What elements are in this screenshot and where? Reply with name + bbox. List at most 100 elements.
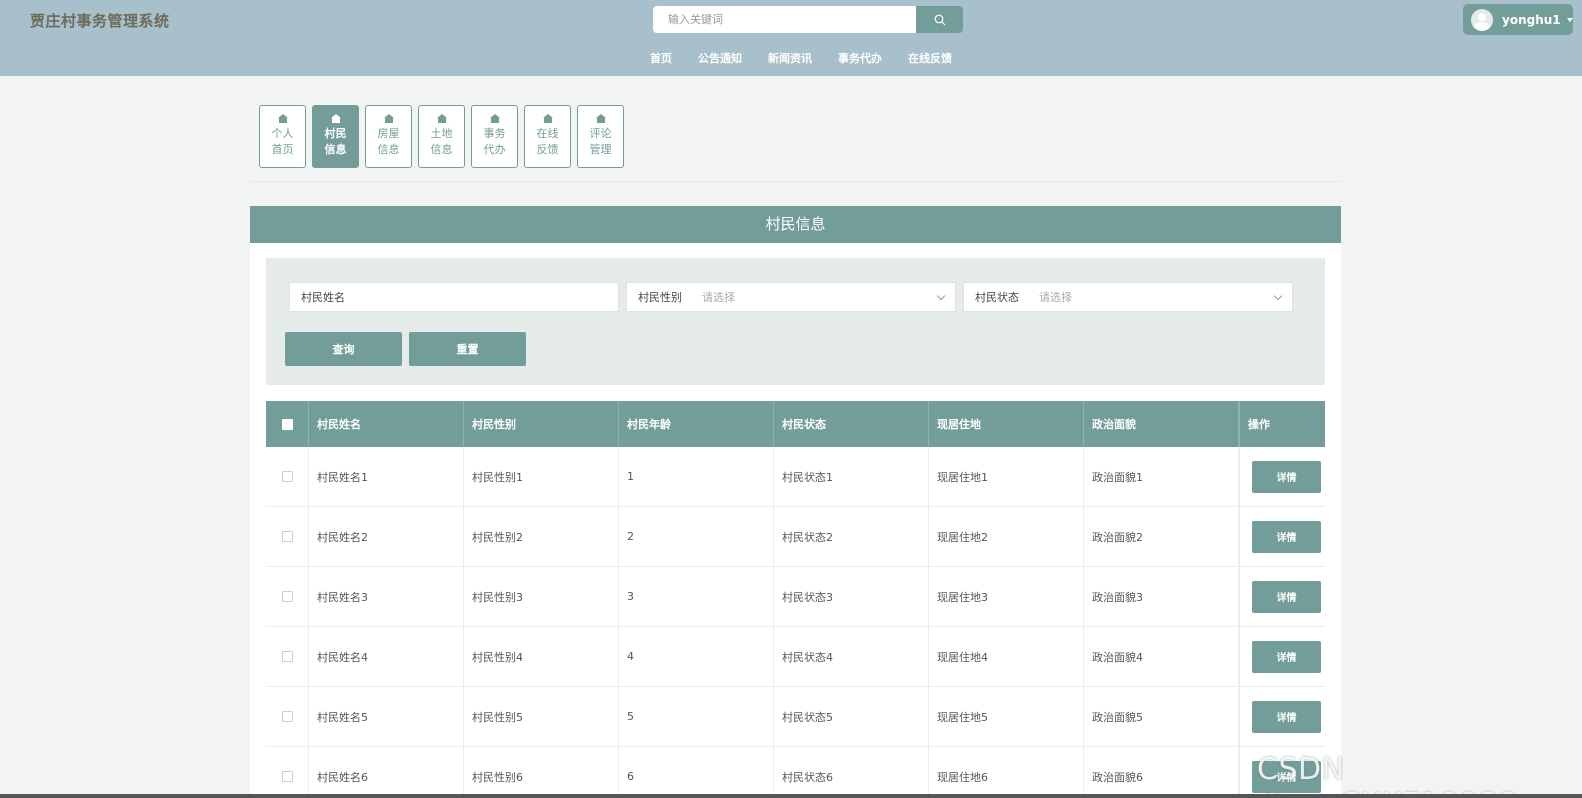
select-cell xyxy=(266,687,309,746)
user-menu[interactable]: yonghu1 xyxy=(1463,4,1573,35)
chevron-down-icon xyxy=(936,291,946,300)
reset-button[interactable]: 重置 xyxy=(409,332,526,366)
tab-label: 个人首页 xyxy=(271,127,294,156)
action-cell: 详情 xyxy=(1239,687,1325,746)
gender-label: 村民性别 xyxy=(638,291,682,304)
table-cell: 村民性别4 xyxy=(464,627,619,686)
table-cell: 4 xyxy=(619,627,774,686)
nav-notices[interactable]: 公告通知 xyxy=(698,50,742,66)
home-icon xyxy=(489,114,500,124)
home-icon xyxy=(436,114,447,124)
table-cell: 政治面貌4 xyxy=(1084,627,1239,686)
table-cell: 1 xyxy=(619,447,774,506)
column-header: 政治面貌 xyxy=(1084,401,1239,447)
table-cell: 政治面貌6 xyxy=(1084,747,1239,798)
table-row: 村民姓名6 村民性别6 6 村民状态6 现居住地6 政治面貌6 详情 xyxy=(266,747,1325,798)
table-cell: 村民姓名6 xyxy=(309,747,464,798)
table-cell: 现居住地6 xyxy=(929,747,1084,798)
table-cell: 村民状态2 xyxy=(774,507,929,566)
home-icon xyxy=(277,114,288,124)
column-header: 村民年龄 xyxy=(619,401,774,447)
action-cell: 详情 xyxy=(1239,627,1325,686)
search-input[interactable] xyxy=(653,6,916,33)
tab-label: 在线反馈 xyxy=(536,127,559,156)
row-checkbox[interactable] xyxy=(281,651,293,662)
table-cell: 现居住地3 xyxy=(929,567,1084,626)
column-header: 操作 xyxy=(1239,401,1325,447)
detail-button[interactable]: 详情 xyxy=(1252,700,1321,733)
nav-affairs[interactable]: 事务代办 xyxy=(838,50,882,66)
table-cell: 村民性别2 xyxy=(464,507,619,566)
tab-land-info[interactable]: 土地信息 xyxy=(418,105,465,168)
tab-feedback[interactable]: 在线反馈 xyxy=(524,105,571,168)
select-cell xyxy=(266,567,309,626)
row-checkbox[interactable] xyxy=(281,471,293,482)
tab-affairs[interactable]: 事务代办 xyxy=(471,105,518,168)
status-select[interactable]: 村民状态 请选择 xyxy=(963,282,1293,312)
villager-panel: 村民信息 村民性别 请选择 村民状态 请选择 查询 重置 村民姓名 村民性别 村… xyxy=(250,206,1341,798)
table-cell: 5 xyxy=(619,687,774,746)
tab-label: 村民信息 xyxy=(324,127,347,156)
column-header: 现居住地 xyxy=(929,401,1084,447)
table-row: 村民姓名1 村民性别1 1 村民状态1 现居住地1 政治面貌1 详情 xyxy=(266,447,1325,507)
chevron-down-icon xyxy=(1273,291,1283,300)
table-cell: 现居住地2 xyxy=(929,507,1084,566)
column-header: 村民性别 xyxy=(464,401,619,447)
avatar xyxy=(1471,8,1493,31)
table-cell: 现居住地1 xyxy=(929,447,1084,506)
filter-area: 村民性别 请选择 村民状态 请选择 查询 重置 xyxy=(266,258,1325,385)
table-cell: 政治面貌1 xyxy=(1084,447,1239,506)
tab-villager-info[interactable]: 村民信息 xyxy=(312,105,359,168)
search-bar xyxy=(653,6,963,33)
search-icon xyxy=(934,14,945,25)
row-checkbox[interactable] xyxy=(281,531,293,542)
tab-house-info[interactable]: 房屋信息 xyxy=(365,105,412,168)
action-cell: 详情 xyxy=(1239,567,1325,626)
status-placeholder: 请选择 xyxy=(1039,291,1072,304)
table-header: 村民姓名 村民性别 村民年龄 村民状态 现居住地 政治面貌 操作 xyxy=(266,401,1325,447)
select-all-checkbox[interactable] xyxy=(281,418,293,430)
tab-comment-manage[interactable]: 评论管理 xyxy=(577,105,624,168)
nav-news[interactable]: 新闻资讯 xyxy=(768,50,812,66)
home-icon xyxy=(383,114,394,124)
home-icon xyxy=(330,114,341,124)
row-checkbox[interactable] xyxy=(281,591,293,602)
table-cell: 政治面貌5 xyxy=(1084,687,1239,746)
table-cell: 村民状态6 xyxy=(774,747,929,798)
name-input[interactable] xyxy=(289,282,619,312)
table-cell: 村民性别1 xyxy=(464,447,619,506)
tab-label: 房屋信息 xyxy=(377,127,400,156)
select-cell xyxy=(266,507,309,566)
column-header: 村民姓名 xyxy=(309,401,464,447)
table-cell: 村民姓名1 xyxy=(309,447,464,506)
top-header: 贾庄村事务管理系统 首页 公告通知 新闻资讯 事务代办 在线反馈 yonghu1 xyxy=(0,0,1582,76)
table-cell: 村民性别5 xyxy=(464,687,619,746)
site-title: 贾庄村事务管理系统 xyxy=(30,12,170,30)
watermark: CSDN @vx_CXKF10088 xyxy=(1257,752,1517,798)
column-header: 村民状态 xyxy=(774,401,929,447)
detail-button[interactable]: 详情 xyxy=(1252,640,1321,673)
search-button[interactable] xyxy=(916,6,963,33)
detail-button[interactable]: 详情 xyxy=(1252,460,1321,493)
table-cell: 村民性别6 xyxy=(464,747,619,798)
table-row: 村民姓名3 村民性别3 3 村民状态3 现居住地3 政治面貌3 详情 xyxy=(266,567,1325,627)
nav-home[interactable]: 首页 xyxy=(650,50,672,66)
gender-select[interactable]: 村民性别 请选择 xyxy=(626,282,956,312)
action-cell: 详情 xyxy=(1239,447,1325,506)
divider xyxy=(250,181,1340,182)
table-cell: 村民姓名5 xyxy=(309,687,464,746)
nav-feedback[interactable]: 在线反馈 xyxy=(908,50,952,66)
tab-personal-home[interactable]: 个人首页 xyxy=(259,105,306,168)
select-cell xyxy=(266,627,309,686)
tab-label: 事务代办 xyxy=(483,127,506,156)
row-checkbox[interactable] xyxy=(281,771,293,782)
table-cell: 6 xyxy=(619,747,774,798)
table-cell: 村民姓名3 xyxy=(309,567,464,626)
row-checkbox[interactable] xyxy=(281,711,293,722)
table-cell: 2 xyxy=(619,507,774,566)
table-cell: 现居住地4 xyxy=(929,627,1084,686)
detail-button[interactable]: 详情 xyxy=(1252,520,1321,553)
detail-button[interactable]: 详情 xyxy=(1252,580,1321,613)
query-button[interactable]: 查询 xyxy=(285,332,402,366)
table-cell: 政治面貌3 xyxy=(1084,567,1239,626)
